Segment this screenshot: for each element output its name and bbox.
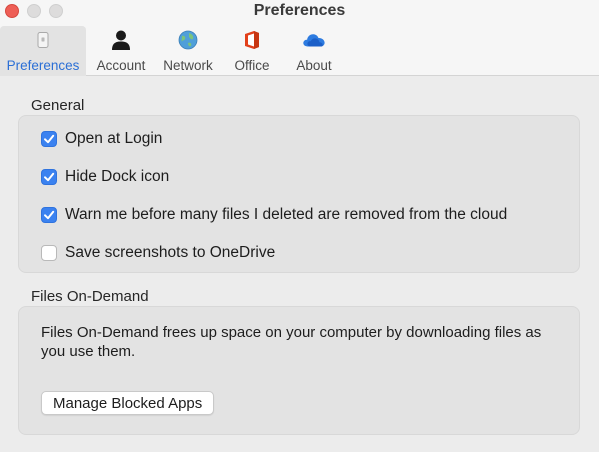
phone-icon <box>31 28 55 52</box>
checkbox-checked[interactable] <box>41 207 57 223</box>
files-on-demand-panel: Files On-Demand frees up space on your c… <box>18 306 580 435</box>
option-label: Hide Dock icon <box>65 168 170 185</box>
office-logo-icon <box>240 28 264 52</box>
open-at-login-option[interactable]: Open at Login <box>41 130 162 148</box>
general-panel: Open at Login Hide Dock icon Warn me bef… <box>18 115 580 273</box>
tab-label: Network <box>163 58 213 73</box>
tab-label: Preferences <box>6 58 80 73</box>
save-screenshots-option[interactable]: Save screenshots to OneDrive <box>41 244 275 262</box>
onedrive-cloud-icon <box>302 28 326 52</box>
window-title: Preferences <box>253 2 346 19</box>
files-on-demand-heading: Files On-Demand <box>31 288 149 305</box>
tab-network[interactable]: Network <box>156 26 220 76</box>
tab-label: Office <box>234 58 270 73</box>
option-label: Warn me before many files I deleted are … <box>65 206 508 223</box>
general-heading: General <box>31 97 85 114</box>
checkbox-checked[interactable] <box>41 169 57 185</box>
hide-dock-icon-option[interactable]: Hide Dock icon <box>41 168 169 186</box>
tab-account[interactable]: Account <box>86 26 156 76</box>
tab-about[interactable]: About <box>284 26 344 76</box>
title-bar: Preferences Preferences Account Network … <box>0 0 599 76</box>
globe-icon <box>176 28 200 52</box>
warn-before-deleting-option[interactable]: Warn me before many files I deleted are … <box>41 206 507 224</box>
option-label: Save screenshots to OneDrive <box>65 244 276 261</box>
tab-label: About <box>296 58 332 73</box>
manage-blocked-apps-button[interactable]: Manage Blocked Apps <box>41 391 215 415</box>
checkbox-checked[interactable] <box>41 131 57 147</box>
tab-label: Account <box>96 58 146 73</box>
tab-preferences[interactable]: Preferences <box>0 26 86 76</box>
person-icon <box>109 28 133 52</box>
checkbox-unchecked[interactable] <box>41 245 57 261</box>
toolbar-tabs: Preferences Account Network Office About <box>0 26 344 76</box>
option-label: Open at Login <box>65 130 163 147</box>
files-on-demand-description: Files On-Demand frees up space on your c… <box>41 324 542 360</box>
tab-office[interactable]: Office <box>220 26 284 76</box>
